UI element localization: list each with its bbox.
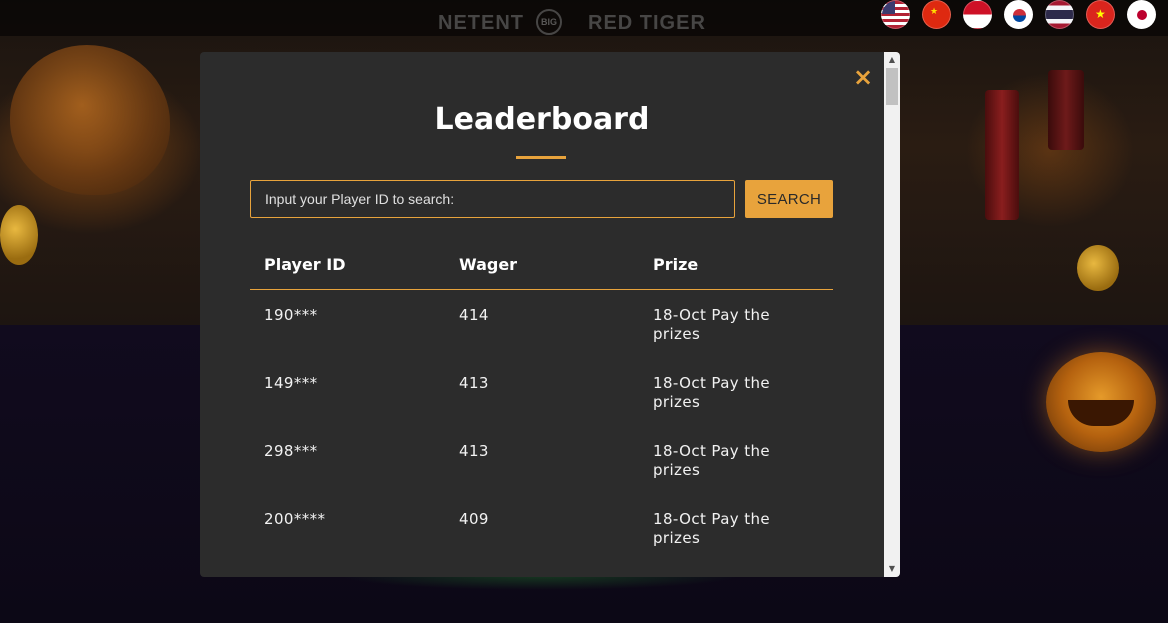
modal-scrollbar[interactable]: ▲ ▼ [884,52,900,577]
jack-o-lantern-image [10,45,170,195]
player-id-cell: 200**** [264,510,326,528]
thailand-flag-icon[interactable] [1045,0,1074,29]
coin-image [0,205,38,265]
close-icon[interactable]: × [850,64,876,90]
title-underline [516,156,566,159]
player-id-cell: 190*** [264,306,318,324]
wager-cell: 409 [459,510,489,528]
prize-cell: 18-Oct Pay the prizes [653,442,771,479]
table-header: Player ID Wager Prize [250,242,833,290]
red-tiger-logo: RED TIGER [588,12,706,34]
column-header-player-id: Player ID [264,255,346,274]
candle-image [985,90,1019,220]
column-header-wager: Wager [459,255,518,274]
japan-flag-icon[interactable] [1127,0,1156,29]
table-row: 190*** 414 18-Oct Pay the prizes [250,306,833,374]
pumpkin-icon [1046,352,1156,452]
leaderboard-modal: × Leaderboard SEARCH Player ID Wager Pri… [200,52,900,577]
language-selector: ★ ★ [881,0,1156,29]
table-row: 200**** 409 18-Oct Pay the prizes [250,510,833,577]
us-flag-icon[interactable] [881,0,910,29]
prize-cell: 18-Oct Pay the prizes [653,374,771,411]
wager-cell: 413 [459,374,489,392]
player-id-search-input[interactable] [250,180,735,218]
indonesia-flag-icon[interactable] [963,0,992,29]
player-id-cell: 149*** [264,374,318,392]
wager-cell: 413 [459,442,489,460]
prize-cell: 18-Oct Pay the prizes [653,306,771,343]
vietnam-flag-icon[interactable]: ★ [1086,0,1115,29]
scroll-down-arrow-icon[interactable]: ▼ [884,561,900,577]
search-button[interactable]: SEARCH [745,180,833,218]
table-row: 149*** 413 18-Oct Pay the prizes [250,374,833,442]
coin-image [1077,245,1119,291]
big-logo: BIG [536,9,562,35]
table-row: 298*** 413 18-Oct Pay the prizes [250,442,833,510]
player-id-cell: 298*** [264,442,318,460]
netent-logo: NETENT [438,12,524,34]
modal-title: Leaderboard [434,102,650,137]
column-header-prize: Prize [653,255,699,274]
korea-flag-icon[interactable] [1004,0,1033,29]
scroll-up-arrow-icon[interactable]: ▲ [884,52,900,68]
provider-bar: NETENT BIG RED TIGER ★ ★ [0,0,1168,36]
prize-cell: 18-Oct Pay the prizes [653,510,771,547]
wager-cell: 414 [459,306,489,324]
scrollbar-thumb[interactable] [886,68,898,105]
candle-image [1048,70,1084,150]
china-flag-icon[interactable]: ★ [922,0,951,29]
